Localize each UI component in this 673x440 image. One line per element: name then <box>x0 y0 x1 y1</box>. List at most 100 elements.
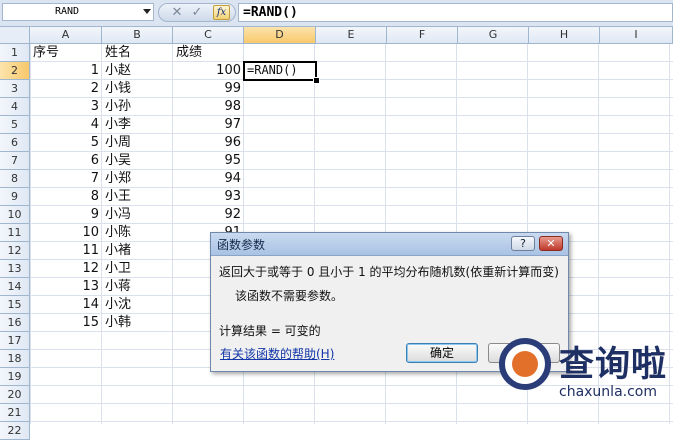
column-header-c[interactable]: C <box>173 27 244 44</box>
column-header-i[interactable]: I <box>600 27 673 44</box>
row-header-6[interactable]: 6 <box>0 134 30 152</box>
row-header-16[interactable]: 16 <box>0 314 30 332</box>
cell-a3[interactable]: 2 <box>30 80 102 98</box>
row-header-1[interactable]: 1 <box>0 44 30 62</box>
cell-a2[interactable]: 1 <box>30 62 102 80</box>
row-header-11[interactable]: 11 <box>0 224 30 242</box>
row-header-21[interactable]: 21 <box>0 404 30 422</box>
cell-a4[interactable]: 3 <box>30 98 102 116</box>
active-cell-d2[interactable]: =RAND() <box>243 61 317 81</box>
cell-b9[interactable]: 小王 <box>102 188 173 206</box>
watermark-brand: 查询啦 <box>559 345 668 385</box>
insert-function-icon[interactable]: fx <box>213 5 230 20</box>
cell-c6[interactable]: 96 <box>173 134 244 152</box>
no-arguments-note: 该函数不需要参数。 <box>235 289 344 303</box>
function-description: 返回大于或等于 0 且小于 1 的平均分布随机数(依重新计算而变) <box>219 265 559 279</box>
cell-b10[interactable]: 小冯 <box>102 206 173 224</box>
row-header-13[interactable]: 13 <box>0 260 30 278</box>
logo-dot-icon <box>512 351 538 377</box>
cell-a13[interactable]: 12 <box>30 260 102 278</box>
cell-b13[interactable]: 小卫 <box>102 260 173 278</box>
cell-a10[interactable]: 9 <box>30 206 102 224</box>
row-header-10[interactable]: 10 <box>0 206 30 224</box>
cell-b15[interactable]: 小沈 <box>102 296 173 314</box>
row-header-12[interactable]: 12 <box>0 242 30 260</box>
cell-b1[interactable]: 姓名 <box>102 44 173 62</box>
dialog-title-bar[interactable]: 函数参数 ? ✕ <box>211 233 568 256</box>
cell-c3[interactable]: 99 <box>173 80 244 98</box>
row-header-7[interactable]: 7 <box>0 152 30 170</box>
row-header-4[interactable]: 4 <box>0 98 30 116</box>
column-header-f[interactable]: F <box>387 27 458 44</box>
cell-c4[interactable]: 98 <box>173 98 244 116</box>
function-help-link[interactable]: 有关该函数的帮助(H) <box>220 345 334 362</box>
formula-result: 计算结果 = 可变的 <box>219 324 321 338</box>
cell-b4[interactable]: 小孙 <box>102 98 173 116</box>
cell-b11[interactable]: 小陈 <box>102 224 173 242</box>
dialog-title: 函数参数 <box>217 238 266 252</box>
formula-bar: RAND ✕ ✓ fx =RAND() <box>0 0 673 27</box>
cell-b7[interactable]: 小吴 <box>102 152 173 170</box>
cell-b16[interactable]: 小韩 <box>102 314 173 332</box>
cell-a12[interactable]: 11 <box>30 242 102 260</box>
cell-a8[interactable]: 7 <box>30 170 102 188</box>
cell-b2[interactable]: 小赵 <box>102 62 173 80</box>
cell-a7[interactable]: 6 <box>30 152 102 170</box>
cell-b12[interactable]: 小褚 <box>102 242 173 260</box>
close-icon[interactable]: ✕ <box>539 236 563 251</box>
cell-c7[interactable]: 95 <box>173 152 244 170</box>
cell-a1[interactable]: 序号 <box>30 44 102 62</box>
cell-b6[interactable]: 小周 <box>102 134 173 152</box>
help-icon[interactable]: ? <box>511 236 535 251</box>
name-box-value: RAND <box>55 6 80 17</box>
enter-icon[interactable]: ✓ <box>189 4 205 21</box>
cell-b5[interactable]: 小李 <box>102 116 173 134</box>
cell-a9[interactable]: 8 <box>30 188 102 206</box>
row-header-9[interactable]: 9 <box>0 188 30 206</box>
row-header-22[interactable]: 22 <box>0 422 30 440</box>
column-header-e[interactable]: E <box>316 27 387 44</box>
cell-c2[interactable]: 100 <box>173 62 244 80</box>
column-header-d[interactable]: D <box>244 27 316 44</box>
cell-a11[interactable]: 10 <box>30 224 102 242</box>
cell-c11[interactable]: 91 <box>173 224 244 232</box>
fill-handle[interactable] <box>313 77 320 84</box>
cell-b3[interactable]: 小钱 <box>102 80 173 98</box>
select-all-corner[interactable] <box>0 27 30 44</box>
cell-a16[interactable]: 15 <box>30 314 102 332</box>
row-header-20[interactable]: 20 <box>0 386 30 404</box>
cell-c1[interactable]: 成绩 <box>173 44 244 62</box>
cell-a6[interactable]: 5 <box>30 134 102 152</box>
row-header-2[interactable]: 2 <box>0 62 30 80</box>
cell-b8[interactable]: 小郑 <box>102 170 173 188</box>
watermark-logo: 查询啦 chaxunla.com <box>497 336 673 424</box>
row-header-17[interactable]: 17 <box>0 332 30 350</box>
column-header-b[interactable]: B <box>102 27 173 44</box>
column-headers: A B C D E F G H I <box>0 27 673 44</box>
column-header-a[interactable]: A <box>30 27 102 44</box>
cell-c5[interactable]: 97 <box>173 116 244 134</box>
name-box-dropdown-icon[interactable] <box>143 9 151 14</box>
cell-a5[interactable]: 4 <box>30 116 102 134</box>
name-box[interactable]: RAND <box>2 3 154 21</box>
cancel-icon[interactable]: ✕ <box>169 4 185 21</box>
watermark-domain: chaxunla.com <box>559 384 657 400</box>
formula-buttons: ✕ ✓ fx <box>158 3 236 22</box>
cell-c9[interactable]: 93 <box>173 188 244 206</box>
cell-a15[interactable]: 14 <box>30 296 102 314</box>
row-header-8[interactable]: 8 <box>0 170 30 188</box>
row-header-3[interactable]: 3 <box>0 80 30 98</box>
cell-b14[interactable]: 小蒋 <box>102 278 173 296</box>
cell-c10[interactable]: 92 <box>173 206 244 224</box>
row-header-14[interactable]: 14 <box>0 278 30 296</box>
cell-c8[interactable]: 94 <box>173 170 244 188</box>
row-header-19[interactable]: 19 <box>0 368 30 386</box>
column-header-g[interactable]: G <box>458 27 529 44</box>
formula-input[interactable]: =RAND() <box>238 3 673 22</box>
cell-a14[interactable]: 13 <box>30 278 102 296</box>
row-header-15[interactable]: 15 <box>0 296 30 314</box>
row-header-5[interactable]: 5 <box>0 116 30 134</box>
ok-button[interactable]: 确定 <box>406 343 478 363</box>
row-header-18[interactable]: 18 <box>0 350 30 368</box>
column-header-h[interactable]: H <box>529 27 600 44</box>
